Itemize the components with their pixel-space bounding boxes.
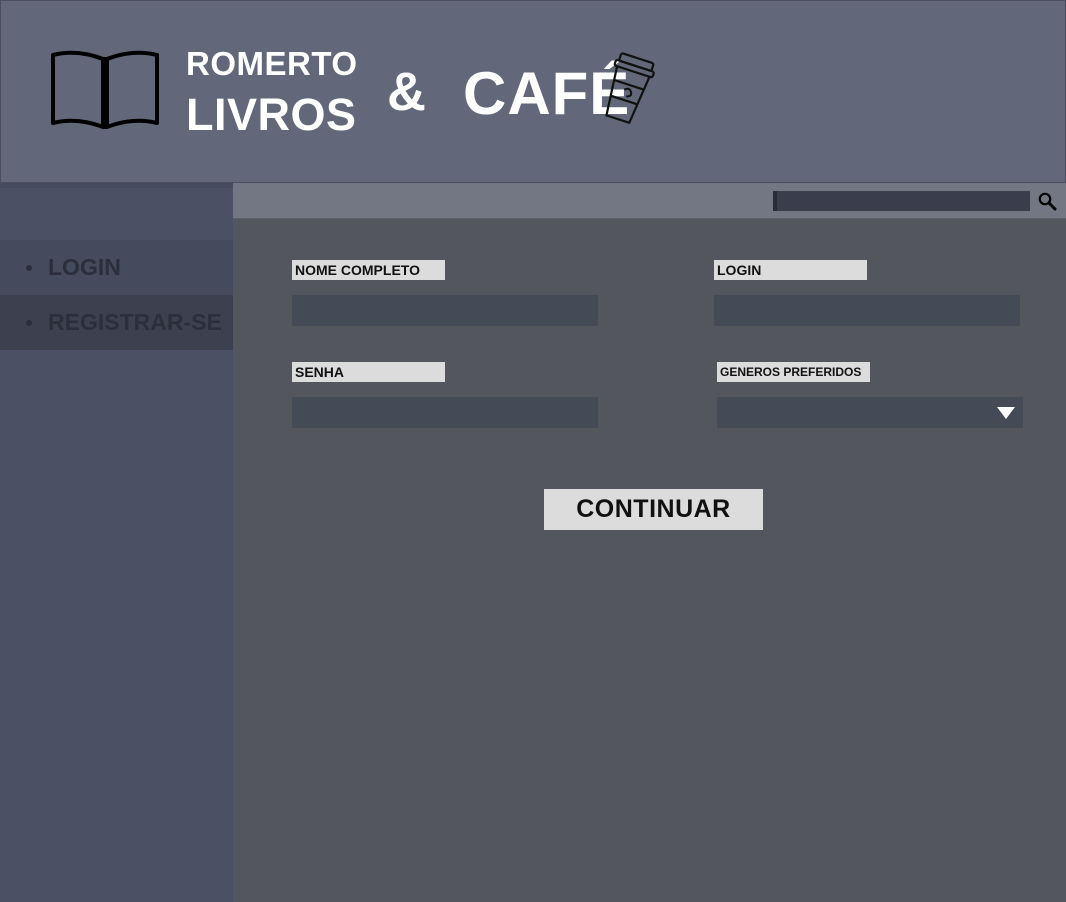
- login-field[interactable]: [714, 295, 1020, 326]
- header: ROMERTO LIVROS & CAFÉ: [0, 0, 1066, 183]
- sidebar-spacer: [0, 183, 233, 240]
- full-name-label: NOME COMPLETO: [292, 260, 445, 280]
- bullet-icon: [26, 319, 32, 326]
- search-bar: [233, 183, 1066, 219]
- sidebar-item-label: LOGIN: [48, 254, 121, 280]
- sidebar-item-login[interactable]: LOGIN: [0, 240, 233, 295]
- brand-name-line1: ROMERTO: [186, 45, 358, 82]
- sidebar-item-register[interactable]: REGISTRAR-SE: [0, 295, 233, 350]
- bullet-icon: [26, 264, 32, 271]
- search-input[interactable]: [773, 191, 1030, 211]
- full-name-field[interactable]: [292, 295, 598, 326]
- password-field[interactable]: [292, 397, 598, 428]
- open-book-icon: [51, 50, 159, 129]
- password-label: SENHA: [292, 362, 445, 382]
- login-label: LOGIN: [714, 260, 867, 280]
- dropdown-arrow-icon: [997, 407, 1015, 419]
- coffee-cup-icon: [605, 52, 655, 124]
- sidebar: LOGIN REGISTRAR-SE: [0, 183, 233, 902]
- preferred-genres-label: GENEROS PREFERIDOS: [717, 362, 870, 382]
- continue-button[interactable]: CONTINUAR: [544, 489, 763, 530]
- brand-name-line2: LIVROS: [186, 89, 357, 140]
- search-icon[interactable]: [1037, 191, 1057, 211]
- brand-ampersand: &: [387, 62, 426, 122]
- preferred-genres-select[interactable]: [717, 397, 1023, 428]
- sidebar-item-label: REGISTRAR-SE: [48, 309, 222, 335]
